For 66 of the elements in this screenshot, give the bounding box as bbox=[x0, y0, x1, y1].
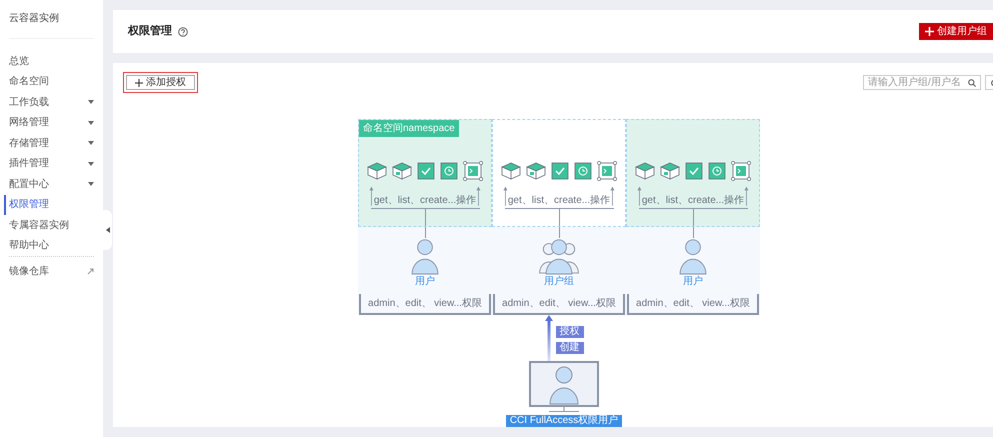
user-label: 用户组 bbox=[544, 277, 574, 287]
caret-icon bbox=[88, 100, 94, 104]
operations-label: get、list、create...操作 bbox=[508, 196, 610, 206]
clipboard-check-icon bbox=[685, 162, 703, 180]
permissions-label: admin、edit、 view...权限 bbox=[359, 294, 491, 315]
operations-label: get、list、create...操作 bbox=[374, 196, 476, 206]
plus-icon bbox=[925, 27, 934, 36]
arrow-icon bbox=[610, 184, 615, 208]
sidebar-item[interactable]: 权限管理 bbox=[4, 194, 89, 215]
cube-icon bbox=[367, 162, 387, 180]
clipboard-clock-icon bbox=[708, 162, 726, 180]
namespace-tag: 命名空间namespace bbox=[359, 120, 459, 137]
clipboard-clock-icon bbox=[574, 162, 592, 180]
account-label: CCI FullAccess权限用户 bbox=[506, 415, 622, 427]
user-label: 用户 bbox=[415, 277, 435, 287]
user-label: 用户 bbox=[683, 277, 703, 287]
collapse-handle[interactable] bbox=[103, 210, 112, 250]
box-icon bbox=[526, 162, 546, 180]
cube-icon bbox=[501, 162, 521, 180]
sidebar-item[interactable]: 存储管理 bbox=[9, 133, 94, 154]
up-arrow-icon bbox=[544, 315, 552, 361]
arrow-icon bbox=[476, 184, 481, 208]
sidebar-item[interactable]: 命名空间 bbox=[9, 72, 94, 92]
clipboard-check-icon bbox=[417, 162, 435, 180]
create-group-button[interactable]: 创建用户组 bbox=[919, 23, 993, 40]
sidebar-item[interactable]: 专属容器实例 bbox=[9, 215, 94, 236]
box-icon bbox=[660, 162, 680, 180]
user-group-icon bbox=[536, 238, 582, 275]
clipboard-clock-icon bbox=[440, 162, 458, 180]
cube-icon bbox=[635, 162, 655, 180]
caret-icon bbox=[88, 182, 94, 186]
arrow-label: 创建 bbox=[556, 342, 584, 354]
refresh-button[interactable] bbox=[985, 75, 993, 90]
arrow-icon bbox=[744, 184, 749, 208]
page-title: 权限管理 bbox=[128, 24, 172, 40]
sidebar-item[interactable]: 配置中心 bbox=[9, 174, 94, 194]
add-authorization-button[interactable]: 添加授权 bbox=[126, 75, 195, 90]
terminal-icon bbox=[597, 161, 617, 181]
sidebar-title: 云容器实例 bbox=[9, 12, 60, 26]
caret-icon bbox=[106, 227, 110, 233]
sidebar-item[interactable]: 工作负载 bbox=[9, 92, 94, 112]
sidebar-item[interactable]: 网络管理 bbox=[9, 112, 94, 133]
link-icon bbox=[87, 268, 94, 275]
sidebar-item[interactable]: 插件管理 bbox=[9, 154, 94, 174]
clipboard-check-icon bbox=[551, 162, 569, 180]
sidebar-item[interactable]: 镜像仓库 bbox=[9, 261, 94, 282]
sidebar-item[interactable]: 帮助中心 bbox=[9, 236, 94, 256]
box-icon bbox=[392, 162, 412, 180]
caret-icon bbox=[88, 120, 94, 125]
terminal-icon bbox=[463, 161, 483, 181]
search-field[interactable]: 请输入用户组/用户名 bbox=[863, 75, 981, 90]
arrow-icon bbox=[369, 184, 374, 208]
operations-label: get、list、create...操作 bbox=[642, 196, 744, 206]
permissions-label: admin、edit、 view...权限 bbox=[493, 294, 625, 315]
permissions-label: admin、edit、 view...权限 bbox=[627, 294, 759, 315]
arrow-label: 授权 bbox=[556, 326, 584, 338]
search-icon bbox=[968, 78, 976, 86]
arrow-icon bbox=[503, 184, 508, 208]
sidebar-item[interactable]: 总览 bbox=[9, 51, 94, 72]
plus-icon bbox=[135, 78, 143, 86]
terminal-icon bbox=[731, 161, 751, 181]
help-icon bbox=[178, 26, 188, 36]
caret-icon bbox=[88, 162, 94, 166]
arrow-icon bbox=[637, 184, 642, 208]
refresh-icon bbox=[988, 78, 993, 86]
caret-icon bbox=[88, 141, 94, 146]
